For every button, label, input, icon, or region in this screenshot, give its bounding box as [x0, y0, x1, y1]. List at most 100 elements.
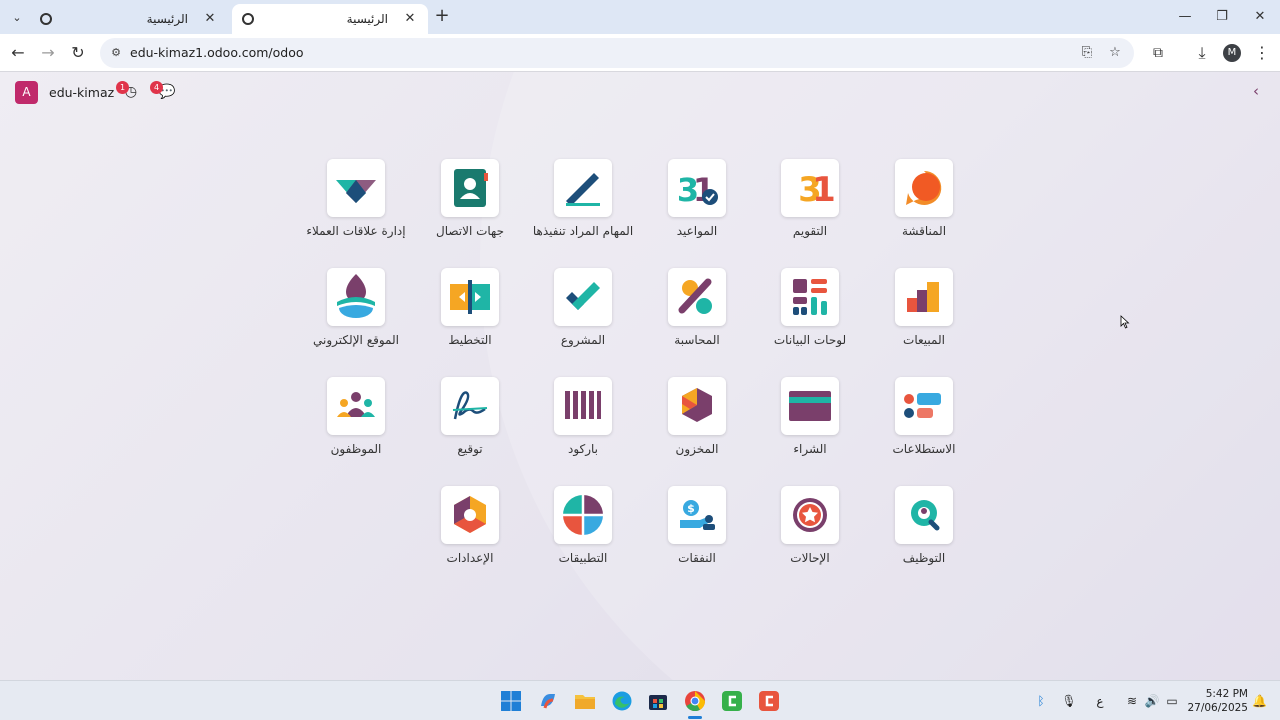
todo-icon	[554, 159, 612, 217]
planning-icon	[441, 268, 499, 326]
app-appointments[interactable]: 31 المواعيد	[637, 159, 757, 249]
app-sign[interactable]: توقيع	[410, 377, 530, 467]
appointments-icon: 31	[668, 159, 726, 217]
back-icon[interactable]: ←	[7, 42, 29, 64]
odoo-home-page: A edu-kimaz ◷ 1 💬 4 ‹ المناقشة 31 التقوي…	[0, 72, 1280, 680]
company-name[interactable]: edu-kimaz	[49, 85, 114, 100]
install-app-icon[interactable]: ⎘	[1078, 45, 1096, 61]
minimize-icon[interactable]: —	[1174, 6, 1196, 28]
app-website[interactable]: الموقع الإلكتروني	[296, 268, 416, 358]
app-expenses[interactable]: $ النفقات	[637, 486, 757, 576]
messages-badge: 4	[150, 81, 163, 94]
calendar-icon: 31	[781, 159, 839, 217]
microphone-icon[interactable]: 🎙	[1061, 693, 1077, 709]
project-icon	[554, 268, 612, 326]
barcode-icon	[554, 377, 612, 435]
inventory-icon	[668, 377, 726, 435]
app-todo[interactable]: المهام المراد تنفيذها	[523, 159, 643, 249]
clock-time: 5:42 PM	[1205, 688, 1248, 700]
odoo-navbar: A edu-kimaz ◷ 1 💬 4 ‹	[0, 72, 1280, 112]
app-contacts[interactable]: جهات الاتصال	[410, 159, 530, 249]
app-accounting[interactable]: المحاسبة	[637, 268, 757, 358]
download-icon[interactable]: ⤓	[1191, 42, 1213, 64]
app-recruitment[interactable]: التوظيف	[864, 486, 984, 576]
referrals-icon	[781, 486, 839, 544]
forward-icon[interactable]: →	[37, 42, 59, 64]
windows-start-icon[interactable]	[500, 690, 522, 712]
menu-icon[interactable]: ⋮	[1251, 42, 1273, 64]
close-icon[interactable]: ✕	[402, 11, 418, 27]
odoo-favicon-icon	[40, 13, 52, 25]
edge-icon[interactable]	[611, 690, 633, 712]
camtasia-orange-icon[interactable]	[758, 690, 780, 712]
app-surveys[interactable]: الاستطلاعات	[864, 377, 984, 467]
browser-tab[interactable]: الرئيسية ✕	[30, 4, 228, 34]
app-apps[interactable]: التطبيقات	[523, 486, 643, 576]
profile-avatar[interactable]: M	[1223, 44, 1241, 62]
store-icon[interactable]	[647, 690, 669, 712]
chevron-left-icon[interactable]: ‹	[1248, 82, 1264, 100]
reload-icon[interactable]: ↻	[67, 42, 89, 64]
new-tab-button[interactable]: +	[432, 7, 452, 27]
app-label: الإعدادات	[446, 551, 494, 565]
wifi-icon[interactable]: ≋	[1124, 693, 1140, 709]
extensions-icon[interactable]: ⧉	[1147, 42, 1169, 64]
surveys-icon	[895, 377, 953, 435]
chrome-icon[interactable]	[684, 690, 706, 712]
app-calendar[interactable]: 31 التقويم	[750, 159, 870, 249]
svg-text:$: $	[687, 502, 695, 515]
app-employees[interactable]: الموظفون	[296, 377, 416, 467]
website-icon	[327, 268, 385, 326]
app-planning[interactable]: التخطيط	[410, 268, 530, 358]
activity-badge: 1	[116, 81, 129, 94]
site-info-icon[interactable]: ⚙	[108, 45, 124, 61]
address-bar[interactable]: ⚙ edu-kimaz1.odoo.com/odoo ⎘ ☆	[100, 38, 1134, 68]
dashboards-icon	[781, 268, 839, 326]
bluetooth-icon[interactable]: ᛒ	[1034, 693, 1048, 709]
tab-title: الرئيسية	[146, 12, 188, 26]
app-settings[interactable]: الإعدادات	[410, 486, 530, 576]
recruitment-icon	[895, 486, 953, 544]
app-label: الموقع الإلكتروني	[313, 333, 399, 347]
app-inventory[interactable]: المخزون	[637, 377, 757, 467]
browser-tab-active[interactable]: الرئيسية ✕	[232, 4, 428, 34]
clock-date: 27/06/2025	[1187, 702, 1248, 714]
camtasia-green-icon[interactable]	[721, 690, 743, 712]
app-referrals[interactable]: الإحالات	[750, 486, 870, 576]
discuss-icon	[895, 159, 953, 217]
accounting-icon	[668, 268, 726, 326]
url-text[interactable]: edu-kimaz1.odoo.com/odoo	[130, 45, 304, 60]
taskbar-clock[interactable]: 5:42 PM 27/06/2025	[1186, 687, 1248, 715]
browser-toolbar: ← → ↻ ⚙ edu-kimaz1.odoo.com/odoo ⎘ ☆ ⧉ ⤓…	[0, 34, 1280, 72]
expenses-icon: $	[668, 486, 726, 544]
app-project[interactable]: المشروع	[523, 268, 643, 358]
window-close-icon[interactable]: ✕	[1249, 6, 1271, 28]
crm-icon	[327, 159, 385, 217]
company-avatar[interactable]: A	[15, 81, 38, 104]
restore-icon[interactable]: ❐	[1211, 6, 1233, 28]
input-language[interactable]: ع	[1093, 693, 1107, 709]
contacts-icon	[441, 159, 499, 217]
app-dashboards[interactable]: لوحات البيانات	[750, 268, 870, 358]
notification-bell-icon[interactable]: 🔔	[1252, 693, 1267, 709]
app-purchase[interactable]: الشراء	[750, 377, 870, 467]
tab-search-icon[interactable]: ⌄	[6, 6, 28, 28]
browser-tab-strip: ⌄ الرئيسية ✕ الرئيسية ✕ + — ❐ ✕	[0, 0, 1280, 34]
app-discuss[interactable]: المناقشة	[864, 159, 984, 249]
app-sales[interactable]: المبيعات	[864, 268, 984, 358]
employees-icon	[327, 377, 385, 435]
tab-title: الرئيسية	[346, 12, 388, 26]
app-crm[interactable]: إدارة علاقات العملاء	[296, 159, 416, 249]
copilot-icon[interactable]	[537, 690, 559, 712]
sign-icon	[441, 377, 499, 435]
battery-icon[interactable]: ▭	[1164, 693, 1180, 709]
app-label: إدارة علاقات العملاء	[306, 224, 406, 238]
volume-icon[interactable]: 🔊	[1144, 693, 1160, 709]
bookmark-star-icon[interactable]: ☆	[1106, 45, 1124, 61]
odoo-favicon-icon	[242, 13, 254, 25]
app-barcode[interactable]: باركود	[523, 377, 643, 467]
file-explorer-icon[interactable]	[574, 690, 596, 712]
close-icon[interactable]: ✕	[202, 11, 218, 27]
settings-icon	[441, 486, 499, 544]
svg-text:1: 1	[812, 170, 836, 210]
